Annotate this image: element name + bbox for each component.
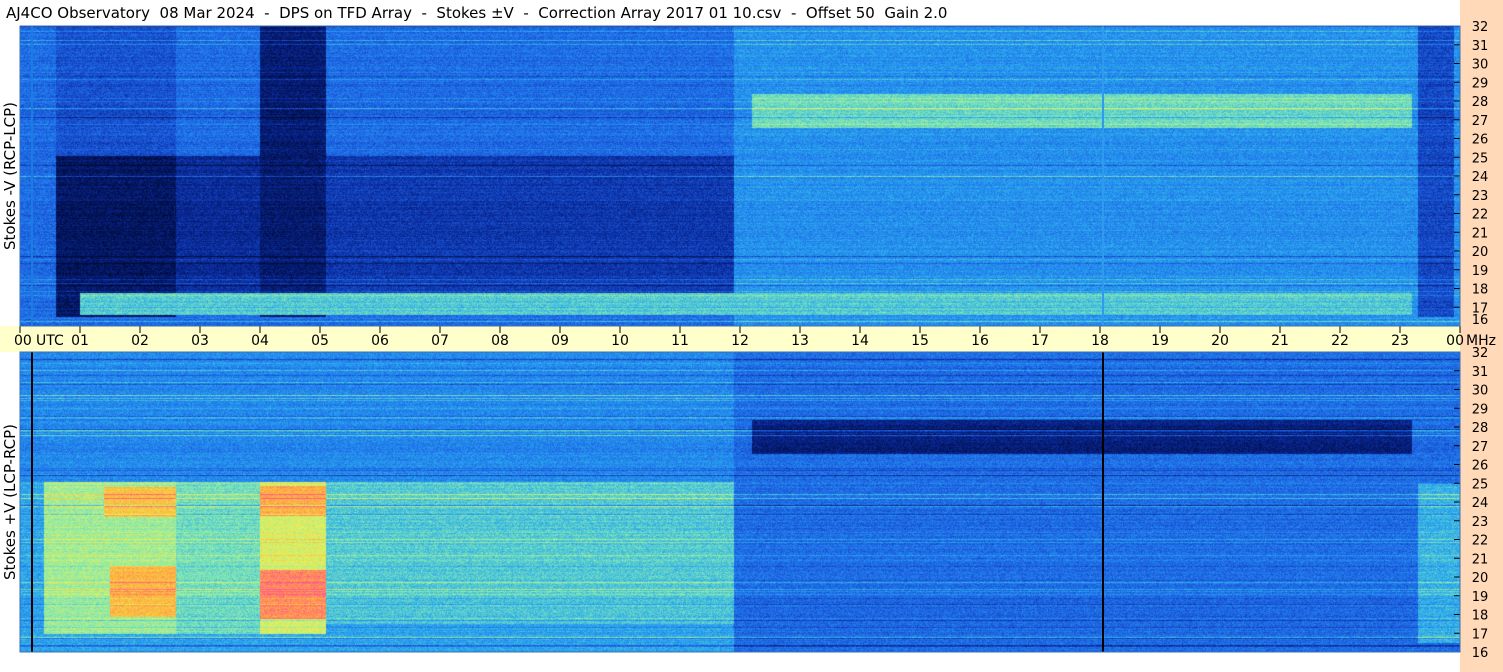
frequency-axis-strip <box>1460 0 1503 672</box>
time-axis-band <box>0 326 1460 352</box>
ylabel-bottom-text: Stokes +V (LCP-RCP) <box>1 424 19 580</box>
ylabel-top: Stokes -V (RCP-LCP) <box>0 26 20 326</box>
heatmap-bottom-stokes-plus-v <box>20 352 1460 652</box>
ylabel-bottom: Stokes +V (LCP-RCP) <box>0 352 20 652</box>
ylabel-top-text: Stokes -V (RCP-LCP) <box>1 102 19 250</box>
chart-title: AJ4CO Observatory 08 Mar 2024 - DPS on T… <box>0 0 1460 26</box>
heatmap-top-stokes-minus-v <box>20 26 1460 326</box>
